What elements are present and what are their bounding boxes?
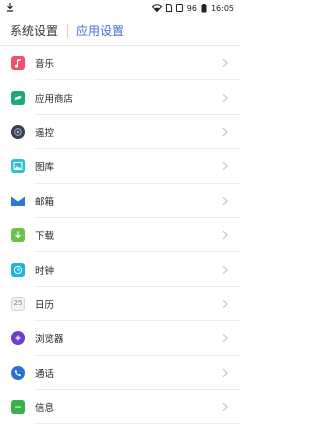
app-row-clock[interactable]: 时钟 <box>0 252 240 287</box>
app-row-mail[interactable]: 邮箱 <box>0 184 240 218</box>
row-divider <box>34 423 240 425</box>
tab-app-settings[interactable]: 应用设置 <box>76 16 124 46</box>
app-label: 日历 <box>35 299 55 311</box>
chevron-right-icon <box>218 194 232 208</box>
status-time: 16:05 <box>210 3 234 13</box>
chevron-right-icon <box>218 56 232 70</box>
app-label: 浏览器 <box>35 334 64 346</box>
app-label: 邮箱 <box>35 196 55 208</box>
wifi-icon <box>151 4 162 12</box>
app-row-phone[interactable]: 通话 <box>0 356 240 390</box>
chevron-right-icon <box>218 366 232 380</box>
app-row-gallery[interactable]: 图库 <box>0 149 240 184</box>
battery-icon <box>201 3 207 13</box>
sim-card-icon <box>165 4 172 12</box>
chevron-right-icon <box>218 297 232 311</box>
gallery-icon <box>11 159 25 174</box>
app-label: 下载 <box>35 231 55 243</box>
app-row-browser[interactable]: 浏览器 <box>0 321 240 356</box>
app-row-messages[interactable]: 信息 <box>0 390 240 425</box>
app-label: 通话 <box>35 368 55 380</box>
app-row-music[interactable]: 音乐 <box>0 46 240 81</box>
chevron-right-icon <box>218 91 232 105</box>
calendar-day: 25 <box>13 299 23 308</box>
app-row-calendar[interactable]: 25 日历 <box>0 287 240 322</box>
phone-icon <box>11 365 25 380</box>
status-bar: 96 16:05 <box>0 0 240 16</box>
no-signal-icon <box>175 4 183 12</box>
calendar-icon: 25 <box>11 296 25 311</box>
chevron-right-icon <box>218 400 232 414</box>
app-settings-list: 音乐 应用商店 遥控 图库 邮箱 下载 时钟 25 日历 浏览器 通话 信息 <box>0 46 240 425</box>
tab-system-settings[interactable]: 系统设置 <box>10 16 58 46</box>
chevron-right-icon <box>218 125 232 139</box>
app-label: 遥控 <box>35 127 55 139</box>
app-row-app-store[interactable]: 应用商店 <box>0 80 240 115</box>
battery-level: 96 <box>186 3 197 13</box>
messages-icon <box>11 400 25 415</box>
download-notification-icon <box>6 2 14 14</box>
browser-icon <box>11 331 25 346</box>
chevron-right-icon <box>218 331 232 345</box>
chevron-right-icon <box>218 228 232 242</box>
remote-control-icon <box>11 124 25 139</box>
app-row-remote[interactable]: 遥控 <box>0 115 240 150</box>
app-label: 应用商店 <box>35 93 74 105</box>
chevron-right-icon <box>218 263 232 277</box>
chevron-right-icon <box>218 159 232 173</box>
app-store-icon <box>11 90 25 105</box>
music-note-icon <box>11 56 25 71</box>
tab-divider <box>67 24 69 38</box>
clock-icon <box>11 262 25 277</box>
app-label: 时钟 <box>35 265 55 277</box>
app-label: 图库 <box>35 162 55 174</box>
app-label: 音乐 <box>35 59 55 71</box>
app-row-download[interactable]: 下载 <box>0 218 240 253</box>
app-label: 信息 <box>35 403 55 415</box>
settings-tabs: 系统设置 应用设置 <box>0 16 240 46</box>
mail-icon <box>11 194 25 208</box>
download-icon <box>11 228 25 243</box>
